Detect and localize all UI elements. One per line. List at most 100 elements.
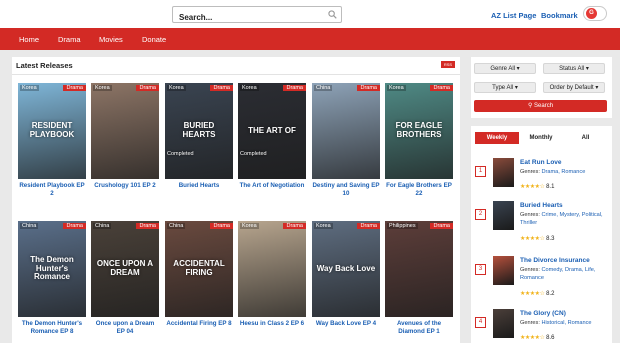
release-title-link[interactable]: Once upon a Dream EP 04 [91,320,159,337]
poster-title-art: THE ART OF [248,125,296,135]
poster-image[interactable]: Way Back Love Korea Drama [312,221,380,317]
rank-badge: 1 [475,166,486,177]
genre-list: Genres: Drama, Romance [520,168,608,176]
release-card[interactable]: Korea Drama Crushology 101 EP 2 [91,83,159,190]
popular-title-link[interactable]: The Divorce Insurance [520,257,590,264]
search-input[interactable] [173,10,313,25]
release-title-link[interactable]: Heesu in Class 2 EP 6 [238,320,306,328]
country-label: Korea [314,223,333,229]
star-rating-icon: ★★★★☆ [520,236,545,242]
nav-movies[interactable]: Movies [99,35,123,44]
poster-title-art: FOR EAGLE BROTHERS [395,121,443,139]
tab-weekly[interactable]: Weekly [475,132,519,144]
release-card[interactable]: BURIED HEARTS Korea Drama Completed Buried H… [165,83,233,190]
filter-search-label: Search [534,103,554,109]
popular-item[interactable]: 1 Eat Run Love Genres: Drama, Romance ★★★★☆… [471,158,612,190]
thumbnail-image[interactable] [493,309,514,338]
country-label: China [93,223,112,229]
poster-image[interactable]: ONCE UPON A DREAM China Drama [91,221,159,317]
rating: ★★★★☆ 8.1 [520,183,554,190]
poster-image[interactable]: Philippines Drama [385,221,453,317]
release-card[interactable]: The Demon Hunter's Romance China Drama The … [18,221,86,337]
tab-monthly[interactable]: Monthly [519,132,563,144]
type-select[interactable]: Type All ▾ [474,82,536,93]
filter-search-button[interactable]: ⚲ Search [474,100,607,112]
country-label: China [314,85,333,91]
thumbnail-image[interactable] [493,201,514,230]
release-title-link[interactable]: For Eagle Brothers EP 22 [385,182,453,199]
release-title-link[interactable]: Way Back Love EP 4 [312,320,380,328]
bookmark-link[interactable]: Bookmark [541,11,578,20]
poster-image[interactable]: China Drama [312,83,380,179]
release-title-link[interactable]: Accidental Firing EP 8 [165,320,233,328]
release-card[interactable]: China Drama Destiny and Saving EP 10 [312,83,380,199]
genre-select[interactable]: Genre All ▾ [474,63,536,74]
release-card[interactable]: Philippines Drama Avenues of the Diamond E… [385,221,453,337]
main-nav: Home Drama Movies Donate [0,28,620,50]
nav-home[interactable]: Home [19,35,39,44]
rating: ★★★★☆ 8.2 [520,290,554,297]
rss-badge[interactable]: RSS [441,61,455,68]
search-icon: ⚲ [527,103,533,109]
poster-image[interactable]: FOR EAGLE BROTHERS Korea Drama [385,83,453,179]
rating: ★★★★☆ 8.6 [520,334,554,341]
nav-drama[interactable]: Drama [58,35,81,44]
nav-donate[interactable]: Donate [142,35,166,44]
poster-title-art: ACCIDENTAL FIRING [173,259,225,277]
genre-links[interactable]: Drama, Romance [541,169,585,175]
rating-value: 8.6 [546,335,555,341]
poster-image[interactable]: The Demon Hunter's Romance China Drama [18,221,86,317]
genre-list: Genres: Comedy, Drama, Life, Romance [520,266,608,282]
thumbnail-image[interactable] [493,158,514,187]
popular-item[interactable]: 2 Buried Hearts Genres: Crime, Mystery, Po… [471,201,612,242]
type-badge: Drama [63,223,86,229]
thumbnail-image[interactable] [493,256,514,285]
poster-image[interactable]: RESIDENT PLAYBOOK Korea Drama [18,83,86,179]
user-menu-button[interactable]: G [583,6,607,21]
type-badge: Drama [136,223,159,229]
type-badge: Drama [430,85,453,91]
poster-title-art: The Demon Hunter's Romance [30,254,74,282]
poster-image[interactable]: Korea Drama [238,221,306,317]
release-card[interactable]: RESIDENT PLAYBOOK Korea Drama Resident Play… [18,83,86,199]
release-card[interactable]: ACCIDENTAL FIRING China Drama Accidental Fi… [165,221,233,328]
release-title-link[interactable]: The Art of Negotiation [238,182,306,190]
genre-select-label: Genre All [490,66,515,72]
release-card[interactable]: Korea Drama Heesu in Class 2 EP 6 [238,221,306,328]
type-select-label: Type All [492,85,514,91]
poster-image[interactable]: ACCIDENTAL FIRING China Drama [165,221,233,317]
avatar[interactable]: G [586,8,597,19]
release-card[interactable]: Way Back Love Korea Drama Way Back Love EP … [312,221,380,328]
search-icon[interactable] [328,10,337,19]
release-title-link[interactable]: Buried Hearts [165,182,233,190]
az-list-link[interactable]: AZ List Page [491,11,536,20]
tab-all[interactable]: All [563,132,608,144]
search-box[interactable] [172,6,342,25]
release-title-link[interactable]: Destiny and Saving EP 10 [312,182,380,199]
poster-image[interactable]: THE ART OF Korea Drama Completed [238,83,306,179]
country-label: Korea [167,85,186,91]
popular-item[interactable]: 4 The Glory (CN) Genres: Historical, Roman… [471,309,612,341]
rank-badge: 4 [475,317,486,328]
release-card[interactable]: ONCE UPON A DREAM China Drama Once upon a D… [91,221,159,337]
popular-title-link[interactable]: Eat Run Love [520,159,562,166]
release-card[interactable]: THE ART OF Korea Drama Completed The Art of … [238,83,306,190]
poster-title-art [238,221,306,317]
poster-image[interactable]: Korea Drama [91,83,159,179]
status-label: Completed [167,151,194,157]
popular-title-link[interactable]: Buried Hearts [520,202,563,209]
status-select[interactable]: Status All ▾ [543,63,605,74]
type-badge: Drama [210,223,233,229]
poster-image[interactable]: BURIED HEARTS Korea Drama Completed [165,83,233,179]
release-title-link[interactable]: The Demon Hunter's Romance EP 8 [18,320,86,337]
release-title-link[interactable]: Crushology 101 EP 2 [91,182,159,190]
order-select[interactable]: Order by Default ▾ [543,82,605,93]
release-title-link[interactable]: Resident Playbook EP 2 [18,182,86,199]
popular-item[interactable]: 3 The Divorce Insurance Genres: Comedy, Dr… [471,256,612,297]
status-label: Completed [240,151,267,157]
popular-title-link[interactable]: The Glory (CN) [520,310,566,317]
release-card[interactable]: FOR EAGLE BROTHERS Korea Drama For Eagle Br… [385,83,453,199]
poster-title-art: RESIDENT PLAYBOOK [29,121,75,139]
release-title-link[interactable]: Avenues of the Diamond EP 1 [385,320,453,337]
genre-links[interactable]: Historical, Romance [541,320,591,326]
